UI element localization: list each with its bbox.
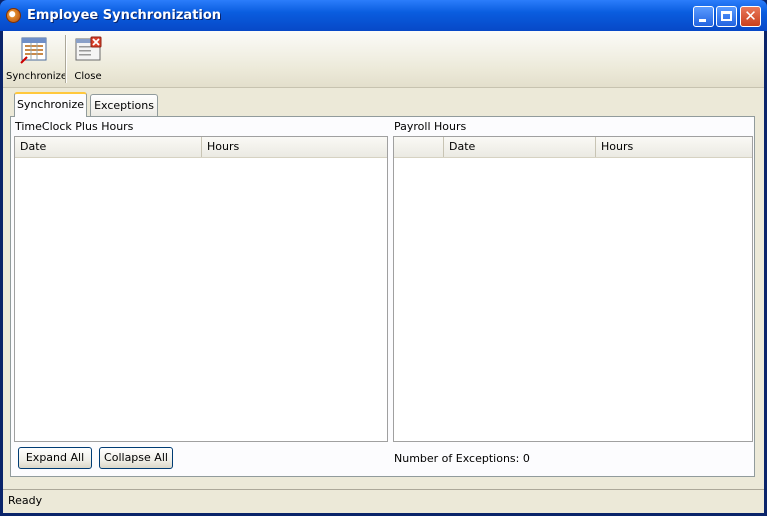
grid-header: Date Hours xyxy=(394,137,752,158)
toolbar: Synchronize Close xyxy=(3,31,764,88)
window-title: Employee Synchronization xyxy=(27,8,222,23)
maximize-button[interactable] xyxy=(716,6,737,27)
column-header-hours[interactable]: Hours xyxy=(596,137,752,157)
tab-synchronize[interactable]: Synchronize xyxy=(14,92,87,117)
exceptions-count: Number of Exceptions: 0 xyxy=(394,452,530,465)
close-document-icon xyxy=(75,36,102,61)
close-x-icon: ✕ xyxy=(744,7,757,25)
app-window: Employee Synchronization ✕ Synchronize C… xyxy=(0,0,767,516)
minimize-button[interactable] xyxy=(693,6,714,27)
grid-header: Date Hours xyxy=(15,137,387,158)
close-button[interactable]: Close xyxy=(70,33,106,85)
expand-all-button[interactable]: Expand All xyxy=(18,447,92,469)
toolbar-separator xyxy=(65,35,67,83)
minimize-icon xyxy=(699,19,706,22)
tab-exceptions[interactable]: Exceptions xyxy=(90,94,158,116)
window-close-button[interactable]: ✕ xyxy=(740,6,761,27)
client-area: Synchronize Close Synchronize Exceptions xyxy=(3,31,764,513)
app-icon[interactable] xyxy=(6,8,21,23)
synchronize-button[interactable]: Synchronize xyxy=(6,33,67,85)
status-bar: Ready xyxy=(3,489,764,512)
close-label: Close xyxy=(74,71,102,82)
payroll-hours-grid[interactable]: Date Hours xyxy=(393,136,753,442)
maximize-icon xyxy=(721,11,732,21)
synchronize-icon xyxy=(20,37,47,64)
column-header-expander[interactable] xyxy=(394,137,444,157)
synchronize-label: Synchronize xyxy=(6,71,67,82)
timeclock-hours-title: TimeClock Plus Hours xyxy=(15,120,134,133)
collapse-all-button[interactable]: Collapse All xyxy=(99,447,173,469)
column-header-date[interactable]: Date xyxy=(15,137,202,157)
title-bar[interactable]: Employee Synchronization ✕ xyxy=(0,0,767,31)
column-header-date[interactable]: Date xyxy=(444,137,596,157)
column-header-hours[interactable]: Hours xyxy=(202,137,387,157)
timeclock-hours-grid[interactable]: Date Hours xyxy=(14,136,388,442)
synchronize-tab-panel: TimeClock Plus Hours Payroll Hours Date … xyxy=(10,116,755,477)
status-text: Ready xyxy=(8,494,43,507)
payroll-hours-title: Payroll Hours xyxy=(394,120,467,133)
